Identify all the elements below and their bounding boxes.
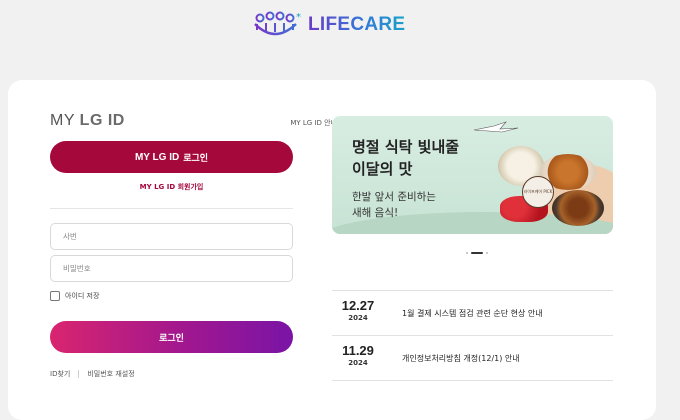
header: * LIFECARE bbox=[0, 0, 680, 60]
mylgid-join-link[interactable]: MY LG ID 회원가입 bbox=[50, 182, 293, 192]
find-id-link[interactable]: ID찾기 bbox=[50, 369, 70, 379]
divider bbox=[50, 208, 293, 209]
login-card: MY LG ID MY LG ID 안내 MY LG ID 로그인 MY LG … bbox=[8, 80, 656, 420]
notice-list: 12.27 2024 1월 결제 시스템 점검 관련 순단 현상 안내 11.2… bbox=[332, 290, 613, 381]
checkbox-box[interactable] bbox=[50, 291, 60, 301]
notice-month-day: 11.29 bbox=[342, 343, 374, 358]
pagination-dot-active[interactable] bbox=[471, 252, 483, 254]
mylgid-login-button[interactable]: MY LG ID 로그인 bbox=[50, 141, 293, 173]
mylgid-guide-link[interactable]: MY LG ID 안내 bbox=[290, 118, 337, 128]
remember-id-label: 아이디 저장 bbox=[65, 292, 100, 300]
mylgid-title: MY LG ID bbox=[50, 112, 125, 130]
lifecare-logo[interactable]: * LIFECARE bbox=[252, 10, 405, 40]
employee-id-input[interactable] bbox=[50, 223, 293, 250]
notice-list-end bbox=[332, 380, 613, 381]
pagination-dot[interactable] bbox=[486, 252, 488, 254]
reset-password-link[interactable]: 비밀번호 재설정 bbox=[87, 369, 134, 379]
password-input[interactable] bbox=[50, 255, 293, 282]
people-icon: * bbox=[254, 11, 301, 36]
banner-pagination bbox=[466, 252, 488, 254]
account-links: ID찾기 비밀번호 재설정 bbox=[50, 369, 135, 379]
mylgid-button-label: 로그인 bbox=[183, 153, 209, 164]
notice-month-day: 12.27 bbox=[341, 298, 375, 313]
notice-year: 2024 bbox=[348, 314, 368, 322]
notice-title[interactable]: 1월 결제 시스템 점검 관련 순단 현상 안내 bbox=[402, 308, 543, 319]
remember-id-checkbox[interactable]: 아이디 저장 bbox=[50, 291, 99, 301]
mylgid-button-brand: MY LG ID bbox=[134, 151, 180, 163]
pick-badge-text: 라이프케어 PICK bbox=[523, 189, 553, 194]
crane-icon bbox=[473, 121, 519, 133]
link-separator bbox=[78, 370, 80, 378]
banner-subtitle: 한발 앞서 준비하는 새해 음식! bbox=[352, 191, 436, 219]
promo-banner[interactable]: 명절 식탁 빛내줄 이달의 맛 한발 앞서 준비하는 새해 음식! 라이프케어 … bbox=[332, 116, 613, 234]
brand-name: LIFECARE bbox=[308, 14, 406, 35]
mylgid-title-brand: LG ID bbox=[79, 112, 125, 129]
braised-ribs-image bbox=[552, 190, 604, 226]
mylgid-title-prefix: MY bbox=[50, 112, 75, 129]
svg-text:*: * bbox=[296, 12, 301, 23]
banner-title: 명절 식탁 빛내줄 이달의 맛 bbox=[352, 138, 460, 178]
pick-badge: 라이프케어 PICK bbox=[522, 176, 554, 208]
notice-title[interactable]: 개인정보처리방침 개정(12/1) 안내 bbox=[402, 353, 520, 364]
notice-year: 2024 bbox=[348, 359, 368, 367]
notice-item[interactable]: 11.29 2024 개인정보처리방침 개정(12/1) 안내 bbox=[332, 335, 613, 380]
login-button[interactable]: 로그인 bbox=[50, 321, 293, 353]
notice-item[interactable]: 12.27 2024 1월 결제 시스템 점검 관련 순단 현상 안내 bbox=[332, 290, 613, 335]
notice-date: 12.27 2024 bbox=[340, 298, 376, 322]
pagination-dot[interactable] bbox=[466, 252, 468, 254]
notice-date: 11.29 2024 bbox=[340, 343, 376, 367]
